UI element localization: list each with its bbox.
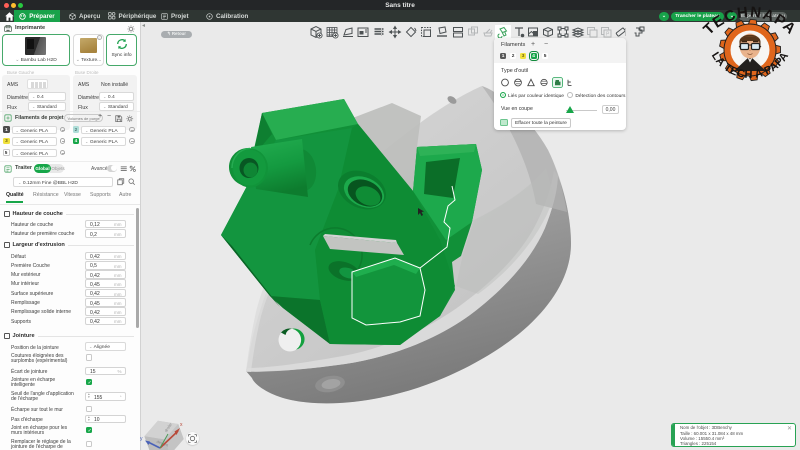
svg-text:x: x [180,422,183,428]
svg-text:y: y [140,436,143,442]
